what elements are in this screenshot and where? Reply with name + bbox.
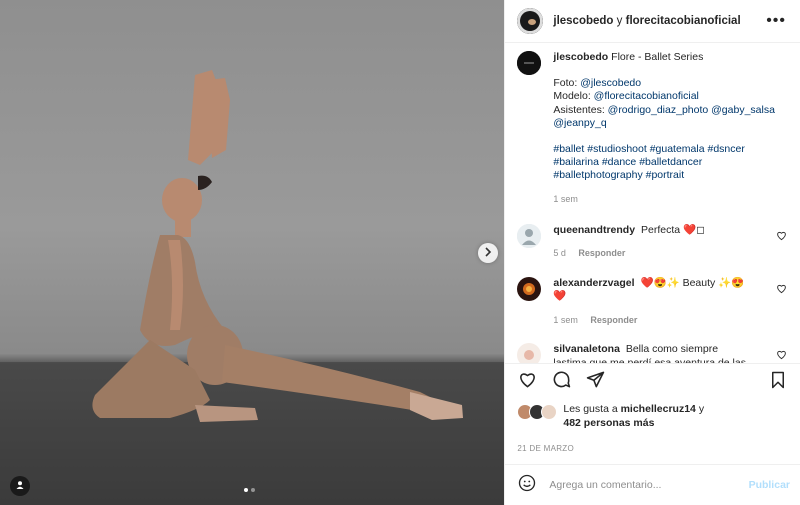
post-actions: [505, 363, 800, 400]
post-side-panel: jlescobedo y florecitacobianoficial ••• …: [504, 0, 800, 505]
post-header: jlescobedo y florecitacobianoficial •••: [505, 0, 800, 43]
post-caption: jlescobedo Flore - Ballet Series Foto: @…: [517, 51, 788, 206]
carousel-indicator: [244, 488, 255, 492]
smiley-icon: [518, 474, 536, 497]
likes-suffix: y: [698, 403, 705, 415]
reply-button[interactable]: Responder: [590, 315, 637, 325]
author-username[interactable]: jlescobedo: [553, 15, 613, 27]
avatar[interactable]: [517, 276, 542, 301]
heart-icon[interactable]: [776, 228, 788, 241]
chevron-right-icon: [483, 244, 493, 262]
coauthor-username[interactable]: florecitacobianoficial: [626, 15, 741, 27]
comment-item: queenandtrendy Perfecta ❤️◻ 5 d Responde…: [517, 223, 788, 261]
caption-time[interactable]: 1 sem: [553, 194, 578, 204]
post-authors: jlescobedo y florecitacobianoficial: [553, 15, 766, 27]
caption-title: Flore - Ballet Series: [611, 51, 704, 63]
share-button[interactable]: [585, 370, 605, 394]
avatar: [541, 404, 558, 420]
post-photo[interactable]: [0, 0, 505, 505]
asistente-link-3[interactable]: @jeanpy_q: [553, 117, 606, 129]
comment-username[interactable]: alexanderzvagel: [553, 277, 634, 289]
ballet-dancer-image: [0, 70, 505, 505]
reply-button[interactable]: Responder: [578, 248, 625, 258]
heart-icon: [518, 370, 537, 394]
likes-count[interactable]: 482 personas más: [563, 417, 654, 429]
comment-input[interactable]: [547, 478, 749, 492]
add-comment-bar: Publicar: [505, 464, 800, 505]
comment-item: alexanderzvagel ❤️😍✨ Beauty ✨😍❤️ 1 sem R…: [517, 276, 788, 328]
avatar[interactable]: [517, 51, 542, 75]
likes-summary: Les gusta a michellecruz14 y 482 persona…: [505, 400, 800, 442]
modelo-link[interactable]: @florecitacobianoficial: [594, 90, 699, 102]
heart-icon[interactable]: [776, 347, 788, 360]
publish-button[interactable]: Publicar: [749, 479, 790, 491]
liker-username[interactable]: michellecruz14: [621, 403, 696, 415]
comment-bubble-icon: [552, 370, 571, 394]
likes-prefix: Les gusta a: [563, 403, 618, 415]
author-connector: y: [616, 15, 623, 27]
comment-username[interactable]: silvanaletona: [553, 343, 620, 355]
heart-icon[interactable]: [776, 281, 788, 294]
save-button[interactable]: [768, 371, 788, 394]
asistentes-label: Asistentes:: [553, 103, 605, 116]
comment-button[interactable]: [551, 370, 571, 394]
avatar[interactable]: [517, 223, 542, 248]
hashtags-line-1[interactable]: #ballet #studioshoot #guatemala #dsncer: [553, 143, 775, 156]
comment-time[interactable]: 5 d: [553, 248, 566, 258]
next-photo-button[interactable]: [478, 243, 498, 263]
asistente-link-2[interactable]: @gaby_salsa: [711, 104, 775, 116]
bookmark-icon: [769, 371, 787, 394]
caption-username[interactable]: jlescobedo: [553, 51, 608, 63]
post-modal: jlescobedo y florecitacobianoficial ••• …: [0, 0, 800, 505]
asistente-link-1[interactable]: @rodrigo_diaz_photo: [608, 104, 709, 116]
comments-list: jlescobedo Flore - Ballet Series Foto: @…: [505, 43, 800, 363]
hashtags-line-2[interactable]: #bailarina #dance #balletdancer: [553, 156, 775, 169]
comment-text: Perfecta ❤️◻: [640, 223, 705, 236]
user-icon: [15, 477, 25, 495]
paper-plane-icon: [586, 370, 605, 394]
liker-avatars[interactable]: [517, 404, 558, 420]
comment-time[interactable]: 1 sem: [553, 315, 578, 325]
emoji-button[interactable]: [517, 474, 537, 497]
tagged-users-button[interactable]: [10, 476, 30, 496]
post-date[interactable]: 21 DE MARZO: [505, 442, 800, 464]
modelo-label: Modelo:: [553, 90, 591, 103]
carousel-dot-active: [244, 488, 248, 492]
carousel-dot: [251, 488, 255, 492]
hashtags-line-3[interactable]: #balletphotography #portrait: [553, 169, 775, 182]
avatar[interactable]: [517, 8, 544, 34]
foto-label: Foto:: [553, 77, 578, 90]
more-horizontal-icon[interactable]: •••: [766, 12, 786, 30]
comment-item: silvanaletona Bella como siempre lastima…: [517, 343, 788, 363]
comment-username[interactable]: queenandtrendy: [553, 224, 635, 236]
avatar[interactable]: [517, 343, 542, 363]
like-button[interactable]: [517, 372, 537, 392]
foto-link[interactable]: @jlescobedo: [580, 77, 641, 89]
